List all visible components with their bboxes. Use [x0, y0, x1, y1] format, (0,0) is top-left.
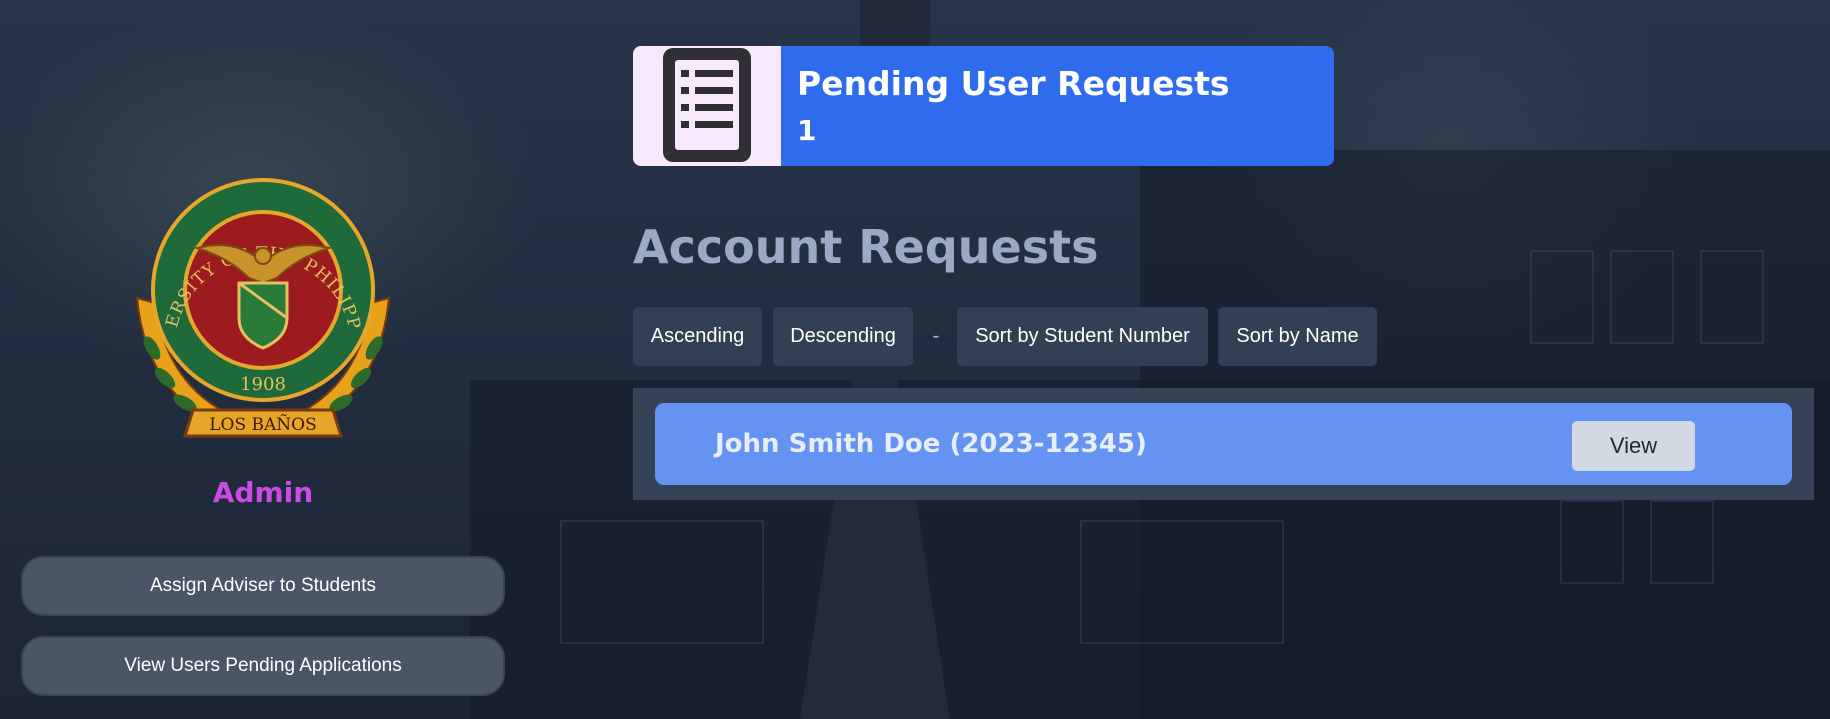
page-title: Account Requests: [633, 220, 1099, 274]
stat-icon-box: [633, 46, 781, 166]
list-document-icon: [663, 48, 751, 162]
pending-requests-card: Pending User Requests 1: [633, 46, 1334, 166]
svg-text:1908: 1908: [240, 374, 286, 395]
svg-text:LOS BAÑOS: LOS BAÑOS: [209, 414, 317, 435]
university-seal-logo: UNIVERSITY OF THE PHILIPPINES 1908 LOS B…: [127, 178, 391, 438]
view-request-button[interactable]: View: [1572, 421, 1695, 471]
sort-separator: -: [932, 325, 940, 347]
sidebar: UNIVERSITY OF THE PHILIPPINES 1908 LOS B…: [0, 0, 526, 719]
sort-ascending-button[interactable]: Ascending: [633, 307, 762, 366]
stat-label: Pending User Requests: [797, 64, 1230, 103]
sort-by-name-button[interactable]: Sort by Name: [1218, 307, 1377, 366]
sort-descending-button[interactable]: Descending: [773, 307, 913, 366]
view-pending-applications-button[interactable]: View Users Pending Applications: [21, 636, 505, 696]
list-item: John Smith Doe (2023-12345) View: [655, 403, 1792, 485]
sort-by-student-number-button[interactable]: Sort by Student Number: [957, 307, 1208, 366]
assign-adviser-button[interactable]: Assign Adviser to Students: [21, 556, 505, 616]
requests-list: John Smith Doe (2023-12345) View: [633, 388, 1814, 500]
request-name: John Smith Doe (2023-12345): [715, 429, 1147, 459]
stat-count: 1: [797, 114, 817, 147]
role-title: Admin: [212, 476, 314, 509]
